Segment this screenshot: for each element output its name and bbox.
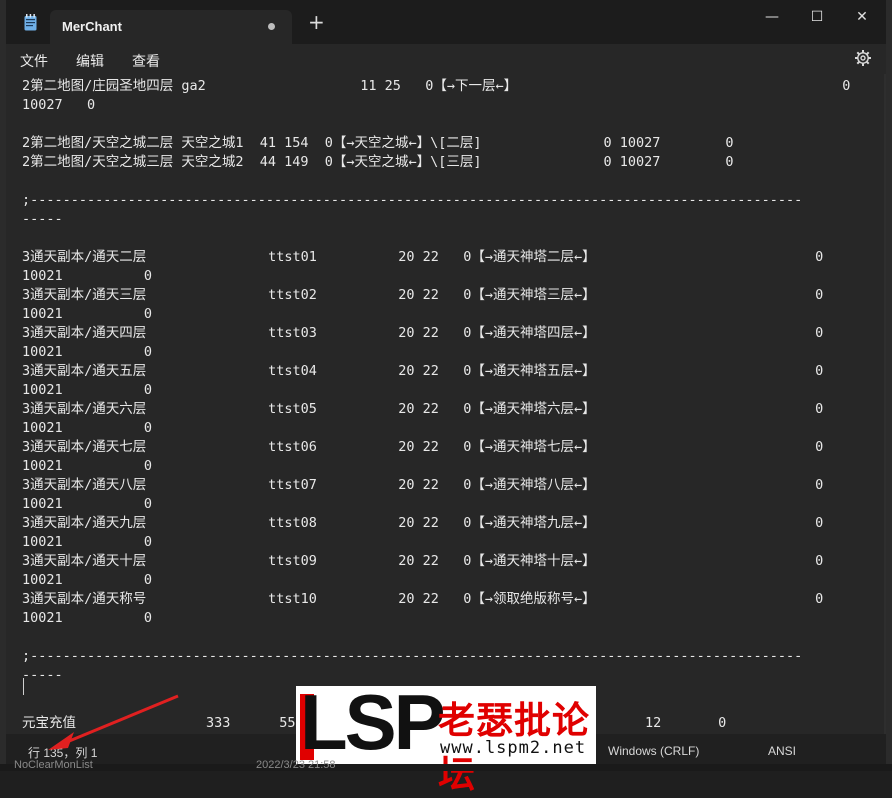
- title-bar: MerChant + — ☐ ✕: [6, 0, 886, 44]
- text-cursor: [23, 678, 24, 695]
- menu-file[interactable]: 文件: [20, 51, 48, 71]
- unsaved-dot-icon[interactable]: [268, 23, 275, 30]
- lsp-watermark-logo: LSP 老瑟批论坛 www.lspm2.net: [296, 682, 596, 796]
- tab-merchant[interactable]: MerChant: [50, 10, 292, 44]
- editor-line: -----: [22, 211, 63, 227]
- close-window-button[interactable]: ✕: [842, 6, 882, 28]
- editor-line: 10021 0: [22, 268, 153, 284]
- editor-line: 3通天副本/通天六层 ttst05 20 22 0【→通天神塔六层←】 0: [22, 401, 824, 417]
- notepad-window: MerChant + — ☐ ✕ 文件 编辑 查看 2第二地图/庄园圣地四层 g…: [6, 0, 886, 771]
- editor-line: 3通天副本/通天三层 ttst02 20 22 0【→通天神塔三层←】 0: [22, 287, 824, 303]
- notepad-app-icon: [24, 14, 37, 31]
- new-tab-button[interactable]: +: [308, 12, 325, 32]
- maximize-button[interactable]: ☐: [797, 6, 837, 28]
- editor-line: 2第二地图/天空之城二层 天空之城1 41 154 0【→天空之城←】\[二层]…: [22, 135, 734, 151]
- editor-line: 3通天副本/通天四层 ttst03 20 22 0【→通天神塔四层←】 0: [22, 325, 824, 341]
- editor-line: ;---------------------------------------…: [22, 648, 803, 664]
- menu-view[interactable]: 查看: [132, 51, 160, 71]
- background-file-date: 2022/3/23 21:58: [256, 759, 336, 771]
- red-arrow-annotation-icon: [48, 694, 179, 750]
- text-editor-area[interactable]: 2第二地图/庄园圣地四层 ga2 11 25 0【→下一层←】 0 10027 …: [6, 74, 886, 734]
- editor-line: 10021 0: [22, 306, 153, 322]
- editor-line: 3通天副本/通天七层 ttst06 20 22 0【→通天神塔七层←】 0: [22, 439, 824, 455]
- editor-line: 3通天副本/通天九层 ttst08 20 22 0【→通天神塔九层←】 0: [22, 515, 824, 531]
- editor-line: 3通天副本/通天称号 ttst10 20 22 0【→领取绝版称号←】 0: [22, 591, 824, 607]
- editor-line: 10021 0: [22, 420, 153, 436]
- background-file-list-strip: [0, 764, 892, 771]
- menu-edit[interactable]: 编辑: [76, 51, 104, 71]
- editor-line: 10021 0: [22, 610, 153, 626]
- editor-line: 3通天副本/通天八层 ttst07 20 22 0【→通天神塔八层←】 0: [22, 477, 824, 493]
- desktop-background-right: [886, 0, 892, 771]
- editor-line: 10021 0: [22, 534, 153, 550]
- editor-line: 10021 0: [22, 572, 153, 588]
- editor-line: 2第二地图/庄园圣地四层 ga2 11 25 0【→下一层←】 0: [22, 78, 851, 94]
- encoding-status[interactable]: ANSI: [768, 744, 796, 758]
- editor-line: ;---------------------------------------…: [22, 192, 803, 208]
- vertical-scrollbar[interactable]: [884, 74, 886, 734]
- watermark-lsp-text: LSP: [300, 678, 446, 766]
- editor-line: 3通天副本/通天二层 ttst01 20 22 0【→通天神塔二层←】 0: [22, 249, 824, 265]
- settings-gear-icon[interactable]: [854, 49, 872, 67]
- editor-line: 10021 0: [22, 458, 153, 474]
- editor-line: 10021 0: [22, 496, 153, 512]
- editor-line: -----: [22, 667, 63, 683]
- editor-line: 3通天副本/通天十层 ttst09 20 22 0【→通天神塔十层←】 0: [22, 553, 824, 569]
- background-file-name: NoClearMonList: [14, 759, 93, 771]
- editor-line: 2第二地图/天空之城三层 天空之城2 44 149 0【→天空之城←】\[三层]…: [22, 154, 734, 170]
- editor-line: 10021 0: [22, 344, 153, 360]
- menu-bar: 文件 编辑 查看: [6, 44, 886, 74]
- line-ending-status[interactable]: Windows (CRLF): [608, 744, 699, 758]
- watermark-url-text: www.lspm2.net: [440, 738, 587, 758]
- minimize-button[interactable]: —: [752, 6, 792, 28]
- editor-line: 10021 0: [22, 382, 153, 398]
- editor-line: 3通天副本/通天五层 ttst04 20 22 0【→通天神塔五层←】 0: [22, 363, 824, 379]
- editor-line: 10027 0: [22, 97, 96, 113]
- tab-title: MerChant: [62, 19, 122, 34]
